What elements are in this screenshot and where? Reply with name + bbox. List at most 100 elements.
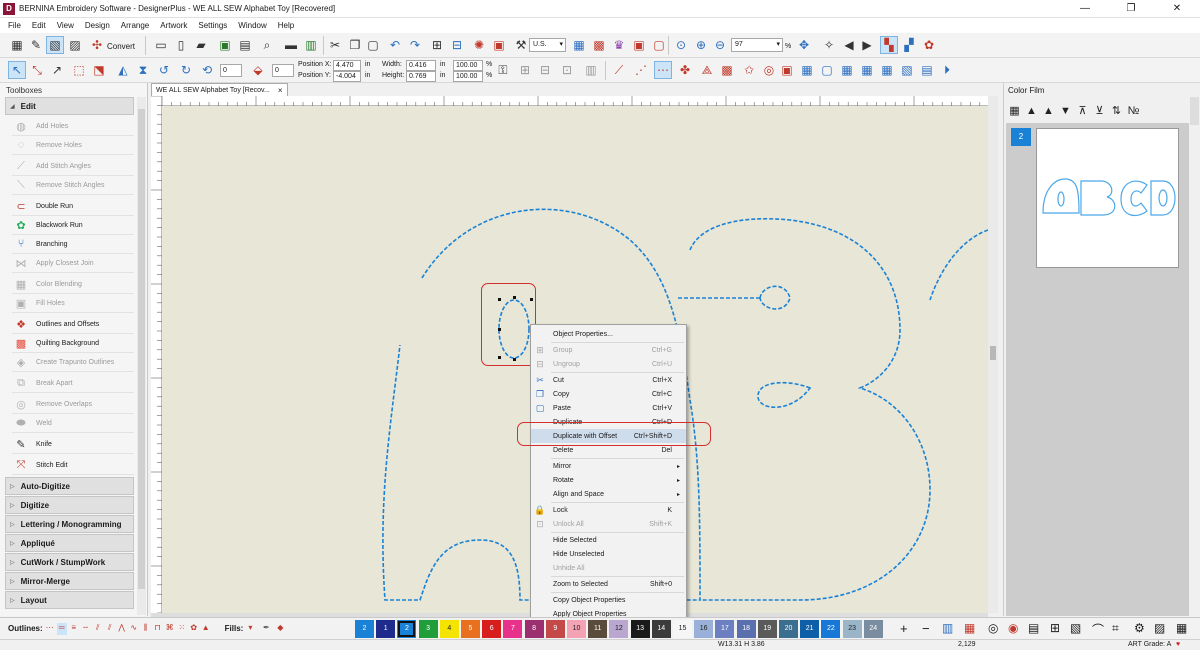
texture-icon[interactable]: ▧ <box>898 61 916 79</box>
color-swatch[interactable]: 16 <box>694 620 714 638</box>
menu-design[interactable]: Design <box>85 21 110 30</box>
magic-wand-icon[interactable]: ✧ <box>820 36 838 54</box>
color-swatch[interactable]: 3 <box>418 620 438 638</box>
cut-icon[interactable]: ✂ <box>326 36 344 54</box>
outline-satin-icon[interactable]: ⫽ <box>93 623 103 635</box>
color-swatch[interactable]: 19 <box>757 620 777 638</box>
outline-triangle-icon[interactable]: ▲ <box>201 623 211 635</box>
outline-slash-icon[interactable]: ⫽ <box>105 623 115 635</box>
draw-icon[interactable]: ✎ <box>27 36 45 54</box>
units-select[interactable]: U.S. ▾ <box>529 38 566 52</box>
ungroup-toolbar-icon[interactable]: ⊟ <box>536 61 554 79</box>
color-swatch[interactable]: 17 <box>715 620 735 638</box>
write-to-card-icon[interactable]: ▥ <box>302 36 320 54</box>
toolbox-item[interactable]: ▣ Fill Holes <box>12 294 134 313</box>
color-swatch[interactable]: 21 <box>800 620 820 638</box>
color-swatch[interactable]: 2 <box>355 620 374 638</box>
color-swatch[interactable]: 5 <box>461 620 480 638</box>
toolboxes-scrollbar[interactable] <box>137 97 146 615</box>
rotate-45-right-icon[interactable]: ↻ <box>177 61 195 79</box>
toolbox-item[interactable]: ◌ Remove Holes <box>12 136 134 155</box>
menu-file[interactable]: File <box>8 21 21 30</box>
toolbox-item[interactable]: ◎ Remove Overlaps <box>12 395 134 414</box>
polygon-select-icon[interactable]: ↗ <box>48 61 66 79</box>
toolbox-item[interactable]: ⑂ Branching <box>12 235 134 254</box>
color-swatch[interactable]: 1 <box>376 620 396 638</box>
reshape-icon[interactable]: ⬚ <box>70 61 88 79</box>
outline-flower-icon[interactable]: ✿ <box>189 623 199 635</box>
section-collapsed[interactable]: ▷ Appliqué <box>5 534 134 552</box>
pattern-icon[interactable]: ▩ <box>718 61 736 79</box>
mirror-vertical-icon[interactable]: ⧗ <box>134 61 152 79</box>
convert-label[interactable]: Convert <box>107 42 135 51</box>
curve-icon[interactable]: ⌒ <box>1092 621 1104 638</box>
color-swatch[interactable]: 13 <box>630 620 650 638</box>
add-color-icon[interactable]: + <box>900 621 908 636</box>
grid-fill-icon[interactable]: ▦ <box>798 61 816 79</box>
outline-dots-icon[interactable]: ⁙ <box>177 623 187 635</box>
undo-icon[interactable]: ↶ <box>386 36 404 54</box>
section-collapsed[interactable]: ▷ CutWork / StumpWork <box>5 553 134 571</box>
color-swatch[interactable]: 18 <box>736 620 756 638</box>
show-hoop-icon[interactable]: ▩ <box>590 36 608 54</box>
menu-item[interactable]: Unhide All <box>531 561 686 575</box>
minimize-button[interactable]: — <box>1062 3 1108 14</box>
lock-proportions-icon[interactable]: ⚿ <box>494 61 512 79</box>
menu-item[interactable]: Hide Unselected <box>531 547 686 561</box>
hoop-circle-icon[interactable]: ◎ <box>988 621 998 635</box>
color-swatch[interactable]: 8 <box>524 620 544 638</box>
thread-chart-icon[interactable]: ▥ <box>942 621 953 635</box>
menu-item[interactable]: Rotate ▸ <box>531 473 686 487</box>
star-icon[interactable]: ✩ <box>740 61 758 79</box>
color-swatch[interactable]: 6 <box>482 620 502 638</box>
move-bottom-icon[interactable]: ⊻ <box>1091 102 1108 120</box>
mirror-horizontal-icon[interactable]: ◭ <box>114 61 132 79</box>
align-icon[interactable]: ▥ <box>582 61 600 79</box>
appliqué-icon[interactable]: ▣ <box>630 36 648 54</box>
outline-zigzag-icon[interactable]: ⋀ <box>117 623 127 635</box>
redo-icon[interactable]: ↷ <box>406 36 424 54</box>
slow-redraw-icon[interactable]: ▞ <box>900 36 918 54</box>
slant-icon[interactable]: ⬙ <box>249 61 267 79</box>
gradient-icon[interactable]: ▤ <box>918 61 936 79</box>
menu-item[interactable]: Copy Object Properties <box>531 593 686 607</box>
artwork-view-icon[interactable]: ▧ <box>46 36 64 54</box>
menu-item[interactable]: Duplicate Ctrl+D <box>531 415 686 429</box>
open-icon[interactable]: ▰ <box>192 36 210 54</box>
outline-blanket-icon[interactable]: ⫼ <box>141 623 151 635</box>
color-swatch[interactable]: 12 <box>609 620 629 638</box>
menu-item[interactable]: Mirror ▸ <box>531 459 686 473</box>
paste-icon[interactable]: ▢ <box>364 36 382 54</box>
color-swatch[interactable]: 4 <box>439 620 459 638</box>
color-wheel-bottom-icon[interactable]: ◉ <box>1008 621 1018 635</box>
rotate-45-left-icon[interactable]: ↺ <box>155 61 173 79</box>
fills-dropdown-icon[interactable]: ▾ <box>245 623 255 635</box>
table-icon[interactable]: ⊞ <box>1050 621 1060 635</box>
menu-item[interactable]: ⊡ Unlock All Shift+K <box>531 517 686 531</box>
block-icon[interactable]: ▦ <box>858 61 876 79</box>
satin-icon[interactable]: ⟋ <box>610 61 628 79</box>
toolbox-item[interactable]: ▩ Quilting Background <box>12 334 134 353</box>
print-preview-icon[interactable]: ⌕ <box>258 36 276 54</box>
zoom-in-icon[interactable]: ⊕ <box>692 36 710 54</box>
rotate-icon[interactable]: ⟲ <box>198 61 216 79</box>
move-to-start-icon[interactable]: ▲ <box>1023 102 1040 120</box>
toolbox-item[interactable]: ⟋ Add Stitch Angles <box>12 157 134 176</box>
width-field[interactable]: 0.416 <box>406 60 436 71</box>
paint-bucket-icon[interactable]: ◆ <box>275 623 285 635</box>
menu-view[interactable]: View <box>57 21 74 30</box>
menu-artwork[interactable]: Artwork <box>160 21 187 30</box>
color-swatch[interactable]: 2 <box>397 620 417 638</box>
section-collapsed[interactable]: ▷ Mirror-Merge <box>5 572 134 590</box>
blanket-icon[interactable]: ✤ <box>676 61 694 79</box>
select-pointer-icon[interactable]: ↖ <box>8 61 26 79</box>
menu-item[interactable]: 🔒 Lock K <box>531 503 686 517</box>
toolbox-item[interactable]: ✎ Knife <box>12 435 134 454</box>
print-icon[interactable]: ▤ <box>236 36 254 54</box>
toolbox-item[interactable]: ⋈ Apply Closest Join <box>12 254 134 273</box>
section-collapsed[interactable]: ▷ Digitize <box>5 496 134 514</box>
maximize-button[interactable]: ❐ <box>1108 3 1154 14</box>
zoom-select[interactable]: 97 ▾ <box>731 38 783 52</box>
close-tab-icon[interactable]: × <box>278 86 283 95</box>
color-wheel-icon[interactable]: ✺ <box>470 36 488 54</box>
